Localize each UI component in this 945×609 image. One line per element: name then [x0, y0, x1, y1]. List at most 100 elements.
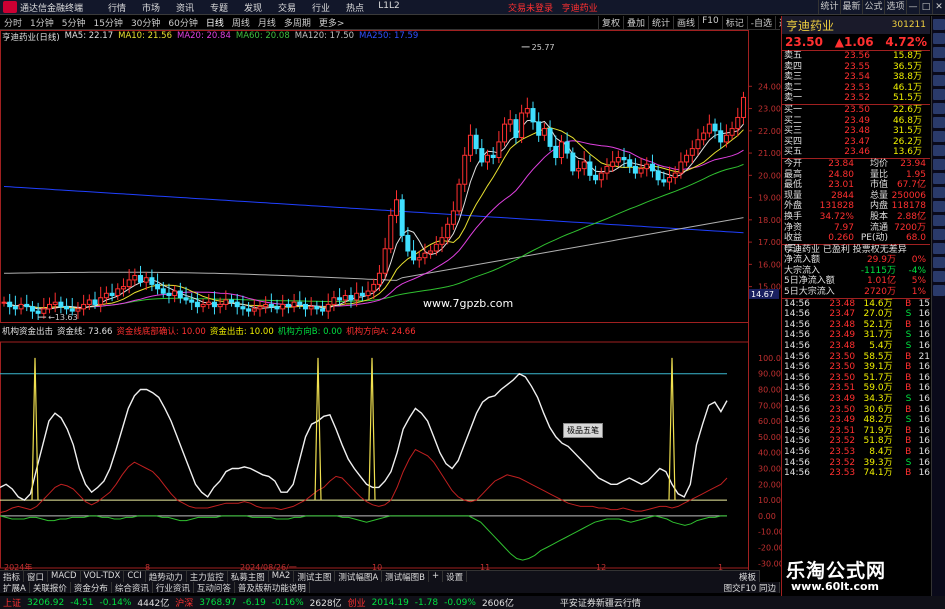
candle-body: [462, 154, 468, 185]
tool-icon[interactable]: [933, 215, 945, 226]
tool-icon[interactable]: [933, 285, 945, 296]
indicator-tab[interactable]: 设置: [443, 571, 468, 583]
extension-tab[interactable]: 关联报价: [30, 582, 71, 594]
tool-icon[interactable]: [933, 229, 945, 240]
extension-tab[interactable]: 资金分布: [71, 582, 112, 594]
period-tab-active[interactable]: 日线: [202, 16, 228, 29]
indicator-tab[interactable]: 测试幅图A: [335, 571, 383, 583]
tool-icon[interactable]: [933, 257, 945, 268]
menu-item[interactable]: 市场: [134, 1, 168, 14]
latest-button[interactable]: 最新: [840, 0, 862, 14]
bids-row[interactable]: 买二 23.49 46.8万: [782, 116, 930, 127]
period-tab[interactable]: 多周期: [280, 16, 315, 29]
candle-body: [47, 303, 53, 310]
asks-row[interactable]: 卖四 23.55 36.5万: [782, 62, 930, 73]
bids-row[interactable]: 买三 23.48 31.5万: [782, 126, 930, 137]
indicator-tab[interactable]: 窗口: [24, 571, 49, 583]
candle-body: [81, 303, 87, 310]
input-method-bar[interactable]: 极品五笔: [563, 423, 603, 438]
tool-icon[interactable]: [933, 187, 945, 198]
menu-item[interactable]: 行业: [304, 1, 338, 14]
indicator-tab[interactable]: 测试幅图B: [382, 571, 429, 583]
period-tab[interactable]: 分时: [0, 16, 26, 29]
period-tab[interactable]: 周线: [228, 16, 254, 29]
close-icon[interactable]: ✕: [932, 0, 945, 14]
asks-row[interactable]: 卖五 23.56 15.8万: [782, 51, 930, 62]
extension-tab[interactable]: 普及版新功能说明: [235, 582, 310, 594]
extension-tab[interactable]: 扩展A: [0, 582, 30, 594]
menu-item[interactable]: 行情: [100, 1, 134, 14]
indicator-tab[interactable]: CCI: [124, 571, 146, 582]
template-tab[interactable]: 模板: [736, 571, 760, 583]
indicator-tab[interactable]: 指标: [0, 571, 25, 583]
bids-row[interactable]: 买五 23.46 13.6万: [782, 147, 930, 158]
stat-label: 流通: [869, 222, 888, 233]
trade-status[interactable]: 交易未登录 亨迪药业: [508, 1, 598, 14]
stats-button[interactable]: 统计: [818, 0, 840, 14]
menu-item[interactable]: 资讯: [168, 1, 202, 14]
bids-row[interactable]: 买四 23.47 26.2万: [782, 137, 930, 148]
tool-icon[interactable]: [933, 89, 945, 100]
tick-list[interactable]: 14:56 23.48 14.6万 B 15 14:56 23.47 27.0万 S 16 14:5…: [782, 297, 930, 479]
tool-icon[interactable]: [933, 117, 945, 128]
tool-icon[interactable]: [933, 201, 945, 212]
f10-tab[interactable]: 图交F10 同边: [721, 582, 780, 594]
formula-button[interactable]: 公式: [862, 0, 884, 14]
ma20-label: MA20: 20.84: [176, 31, 231, 41]
menu-item[interactable]: L1L2: [372, 1, 406, 14]
tool-icon[interactable]: [933, 75, 945, 86]
period-tab[interactable]: 60分钟: [164, 16, 201, 29]
extension-tab[interactable]: 综合资讯: [112, 582, 153, 594]
menu-item[interactable]: 专题: [202, 1, 236, 14]
indicator-tab[interactable]: 趋势动力: [146, 571, 187, 583]
overlay-button[interactable]: 叠加: [623, 16, 648, 29]
indicator-tab[interactable]: 私募主图: [228, 571, 269, 583]
extension-tab[interactable]: 行业资讯: [153, 582, 194, 594]
tool-icon[interactable]: [933, 271, 945, 282]
f10-button[interactable]: F10: [698, 16, 722, 29]
indicator-tab[interactable]: 测试主图: [294, 571, 336, 583]
options-button[interactable]: 选项: [884, 0, 906, 14]
period-tab[interactable]: 1分钟: [26, 16, 58, 29]
tool-icon[interactable]: [933, 243, 945, 254]
restore-rights-button[interactable]: 复权: [598, 16, 623, 29]
minimize-icon[interactable]: —: [906, 0, 919, 14]
draw-line-button[interactable]: 画线: [673, 16, 698, 29]
asks-row[interactable]: 卖二 23.53 46.1万: [782, 83, 930, 94]
indicator-tab[interactable]: VOL-TDX: [81, 571, 125, 582]
kline-chart[interactable]: 24.00 23.00 22.00 21.00 20.00 19.00 18.00 17.00…: [0, 30, 781, 570]
tool-icon[interactable]: [933, 33, 945, 44]
tool-icon[interactable]: [933, 19, 945, 30]
menu-item[interactable]: 发现: [236, 1, 270, 14]
period-tab[interactable]: 30分钟: [127, 16, 164, 29]
tool-icon[interactable]: [933, 47, 945, 58]
index-sz-name[interactable]: 沪深: [172, 596, 196, 609]
tool-icon[interactable]: [933, 159, 945, 170]
asks-row[interactable]: 卖三 23.54 38.8万: [782, 72, 930, 83]
indicator-tab[interactable]: +: [429, 571, 444, 582]
bids-row[interactable]: 买一 23.50 22.6万: [782, 105, 930, 116]
index-cy-name[interactable]: 创业: [345, 596, 369, 609]
maximize-icon[interactable]: □: [919, 0, 932, 14]
remove-watchlist-button[interactable]: -自选: [746, 16, 775, 29]
mark-button[interactable]: 标记: [721, 16, 747, 29]
period-tab[interactable]: 15分钟: [89, 16, 126, 29]
indicator-tab[interactable]: MA2: [269, 571, 295, 582]
menu-item[interactable]: 交易: [270, 1, 304, 14]
period-tab[interactable]: 5分钟: [58, 16, 90, 29]
tool-icon[interactable]: [933, 103, 945, 114]
period-tab[interactable]: 更多>: [315, 16, 349, 29]
tool-icon[interactable]: [933, 131, 945, 142]
menu-item[interactable]: 热点: [338, 1, 372, 14]
extension-tab[interactable]: 互动问答: [194, 582, 235, 594]
tool-icon[interactable]: [933, 61, 945, 72]
stats-tool-button[interactable]: 统计: [648, 16, 673, 29]
asks-row[interactable]: 卖一 23.52 51.5万: [782, 93, 930, 104]
index-sz-value: 3768.97: [199, 597, 237, 608]
period-tab[interactable]: 月线: [254, 16, 280, 29]
index-sh-name[interactable]: 上证: [0, 596, 24, 609]
tool-icon[interactable]: [933, 173, 945, 184]
indicator-tab[interactable]: MACD: [48, 571, 81, 582]
indicator-tab[interactable]: 主力监控: [187, 571, 228, 583]
tool-icon[interactable]: [933, 145, 945, 156]
